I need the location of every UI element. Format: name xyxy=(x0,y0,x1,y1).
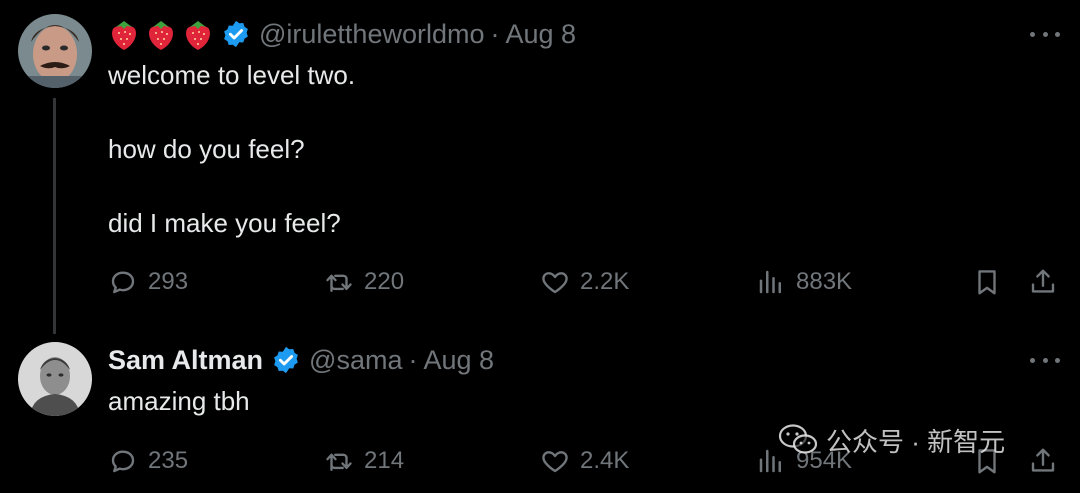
like-button[interactable]: 2.4K xyxy=(540,441,629,481)
bookmark-icon xyxy=(978,449,996,474)
share-icon xyxy=(1031,448,1055,472)
view-count: 883K xyxy=(796,268,853,295)
retweet-button[interactable]: 214 xyxy=(324,441,404,481)
thread-connector-line xyxy=(53,98,56,334)
avatar-sama[interactable] xyxy=(18,342,92,416)
like-button[interactable]: 2.2K xyxy=(540,262,629,302)
retweet-count: 220 xyxy=(364,268,405,295)
tweet-actions: 235 214 2.4K 954K xyxy=(108,441,1063,481)
avatar-irulettheworldmo[interactable] xyxy=(18,14,92,88)
retweet-icon xyxy=(326,274,352,292)
bookmark-button[interactable] xyxy=(972,262,1002,302)
reply-count: 235 xyxy=(148,447,189,474)
view-count: 954K xyxy=(796,447,853,474)
verified-badge-icon xyxy=(271,345,301,375)
reply-button[interactable]: 293 xyxy=(108,262,188,302)
heart-icon xyxy=(542,451,568,473)
separator-dot: · xyxy=(490,18,500,49)
author-handle[interactable]: @irulettheworldmo xyxy=(259,19,485,50)
tweet-date[interactable]: Aug 8 xyxy=(506,19,577,50)
reply-button[interactable]: 235 xyxy=(108,441,188,481)
separator-dot: · xyxy=(408,344,418,375)
heart-icon xyxy=(542,272,568,294)
bookmark-button[interactable] xyxy=(972,441,1002,481)
share-icon xyxy=(1031,269,1055,293)
views-button[interactable]: 883K xyxy=(756,262,852,302)
retweet-button[interactable]: 220 xyxy=(324,262,404,302)
more-options-icon[interactable] xyxy=(1030,24,1060,44)
share-button[interactable] xyxy=(1028,441,1058,481)
strawberry-icon xyxy=(182,17,214,51)
strawberry-icon xyxy=(145,17,177,51)
tweet-text: welcome to level two. how do you feel? d… xyxy=(108,60,356,238)
like-count: 2.2K xyxy=(580,268,630,295)
author-name[interactable]: Sam Altman xyxy=(108,345,263,376)
bookmark-icon xyxy=(978,270,996,295)
tweet-actions: 293 220 2.2K 883K xyxy=(108,262,1063,302)
author-handle[interactable]: @sama xyxy=(309,345,402,376)
views-chart-icon xyxy=(759,270,781,294)
views-chart-icon xyxy=(759,449,781,473)
tweet-header: @irulettheworldmo · Aug 8 xyxy=(108,14,576,54)
tweet-date[interactable]: Aug 8 xyxy=(423,345,494,376)
more-options-icon[interactable] xyxy=(1030,350,1060,370)
tweet-first[interactable]: @irulettheworldmo · Aug 8 welcome to lev… xyxy=(0,0,1080,334)
views-button[interactable]: 954K xyxy=(756,441,852,481)
tweet-reply[interactable]: Sam Altman @sama · Aug 8 amazing tbh 235… xyxy=(0,330,1080,493)
reply-icon xyxy=(111,450,135,473)
reply-icon xyxy=(111,271,135,294)
tweet-header: Sam Altman @sama · Aug 8 xyxy=(108,340,494,380)
share-button[interactable] xyxy=(1028,262,1058,302)
strawberry-icon xyxy=(108,17,140,51)
tweet-text: amazing tbh xyxy=(108,386,250,416)
verified-badge-icon xyxy=(221,19,251,49)
like-count: 2.4K xyxy=(580,447,630,474)
retweet-icon xyxy=(326,453,352,471)
retweet-count: 214 xyxy=(364,447,405,474)
reply-count: 293 xyxy=(148,268,189,295)
